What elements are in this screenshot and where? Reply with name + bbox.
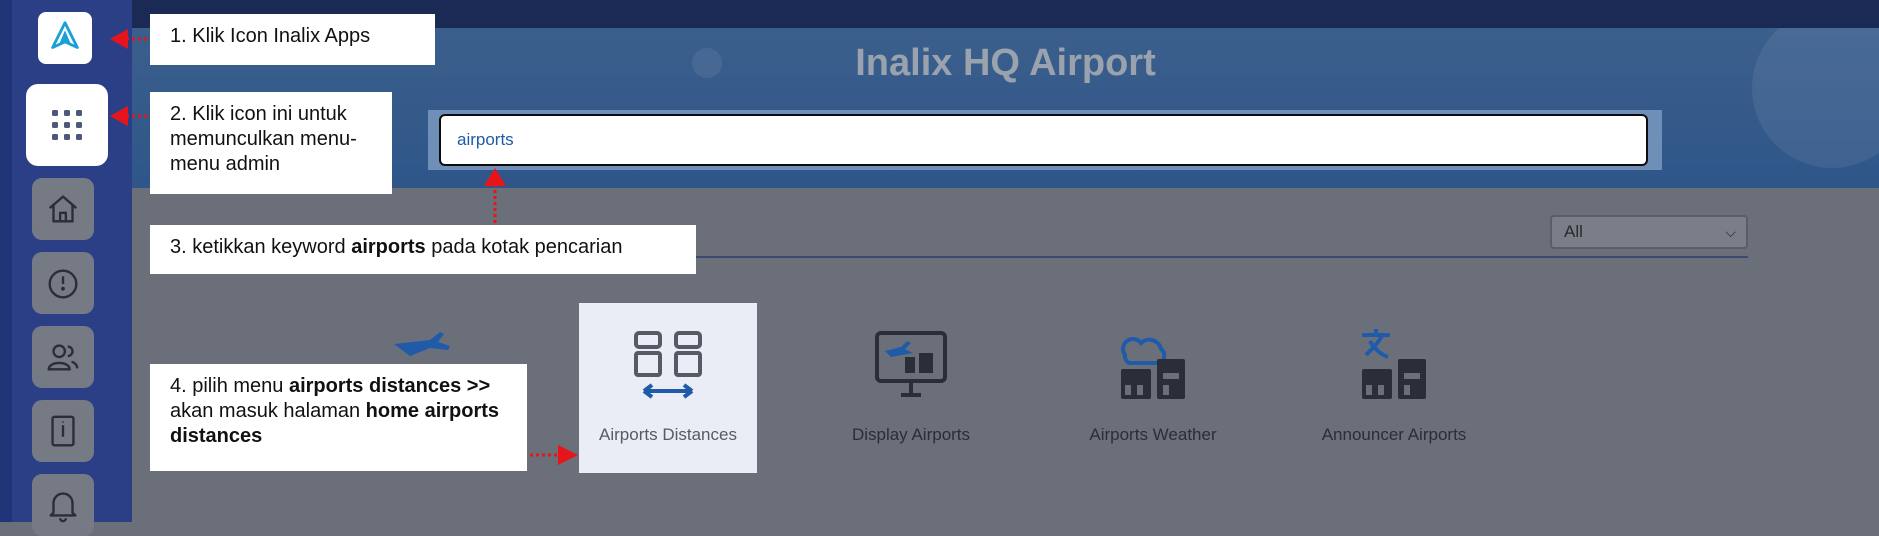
- annotation-arrow-2: [110, 106, 150, 126]
- chevron-down-icon: ⌵: [1725, 223, 1736, 240]
- annotation-text: 4. pilih menu: [170, 375, 289, 397]
- sidebar-item-home[interactable]: [32, 178, 94, 240]
- gauge-icon: [48, 269, 78, 299]
- annotation-text: pada kotak pencarian: [425, 236, 623, 258]
- app-label: Airports Distances: [599, 425, 737, 444]
- annotation-text: 2. Klik icon ini untuk memunculkan menu-…: [170, 103, 357, 175]
- app-tile-announcer-airports[interactable]: Announcer Airports: [1305, 303, 1483, 473]
- book-icon: [51, 415, 75, 447]
- airports-icon: [394, 332, 450, 356]
- annotation-step-2: 2. Klik icon ini untuk memunculkan menu-…: [150, 92, 392, 194]
- annotation-keyword: airports: [351, 236, 426, 258]
- inalix-apps-button[interactable]: [38, 12, 92, 64]
- app-tile-airports-weather[interactable]: Airports Weather: [1064, 303, 1242, 473]
- airports-weather-icon: [1121, 337, 1185, 399]
- app-label: Announcer Airports: [1321, 425, 1467, 444]
- sidebar-item-dashboard[interactable]: [32, 252, 94, 314]
- sidebar-item-notifications[interactable]: [32, 474, 94, 536]
- app-label: Airports Weather: [1089, 425, 1217, 444]
- annotation-text: 3. ketikkan keyword: [170, 236, 352, 258]
- annotation-keyword: airports distances >>: [288, 375, 491, 397]
- sidebar-item-manual[interactable]: [32, 400, 94, 462]
- users-icon: [47, 344, 79, 371]
- inalix-logo-icon: [51, 21, 79, 49]
- annotation-step-1: 1. Klik Icon Inalix Apps: [150, 14, 435, 65]
- search-input[interactable]: [439, 114, 1648, 166]
- app-tile-airports-distances[interactable]: Airports Distances: [579, 303, 757, 473]
- bell-icon: [49, 492, 77, 523]
- annotation-step-4: 4. pilih menu airports distances >> akan…: [150, 364, 527, 471]
- display-airports-icon: [875, 331, 947, 397]
- annotation-arrow-3: [484, 168, 506, 224]
- admin-menu-button[interactable]: [26, 84, 108, 166]
- filter-selected-label: All: [1564, 222, 1583, 241]
- app-tile-display-airports[interactable]: Display Airports: [822, 303, 1000, 473]
- grid-icon: [52, 110, 82, 140]
- announcer-airports-icon: [1362, 329, 1426, 399]
- sidebar-item-users[interactable]: [32, 326, 94, 388]
- annotation-arrow-4: [530, 445, 578, 465]
- home-icon: [48, 195, 78, 223]
- app-label: Display Airports: [851, 425, 971, 444]
- annotation-text: akan masuk halaman: [170, 400, 366, 422]
- airports-distances-icon: [634, 331, 702, 399]
- annotation-text: 1. Klik Icon Inalix Apps: [170, 25, 371, 47]
- category-filter-select[interactable]: All ⌵: [1550, 215, 1748, 249]
- annotation-step-3: 3. ketikkan keyword airports pada kotak …: [150, 225, 696, 274]
- annotation-arrow-1: [110, 29, 150, 49]
